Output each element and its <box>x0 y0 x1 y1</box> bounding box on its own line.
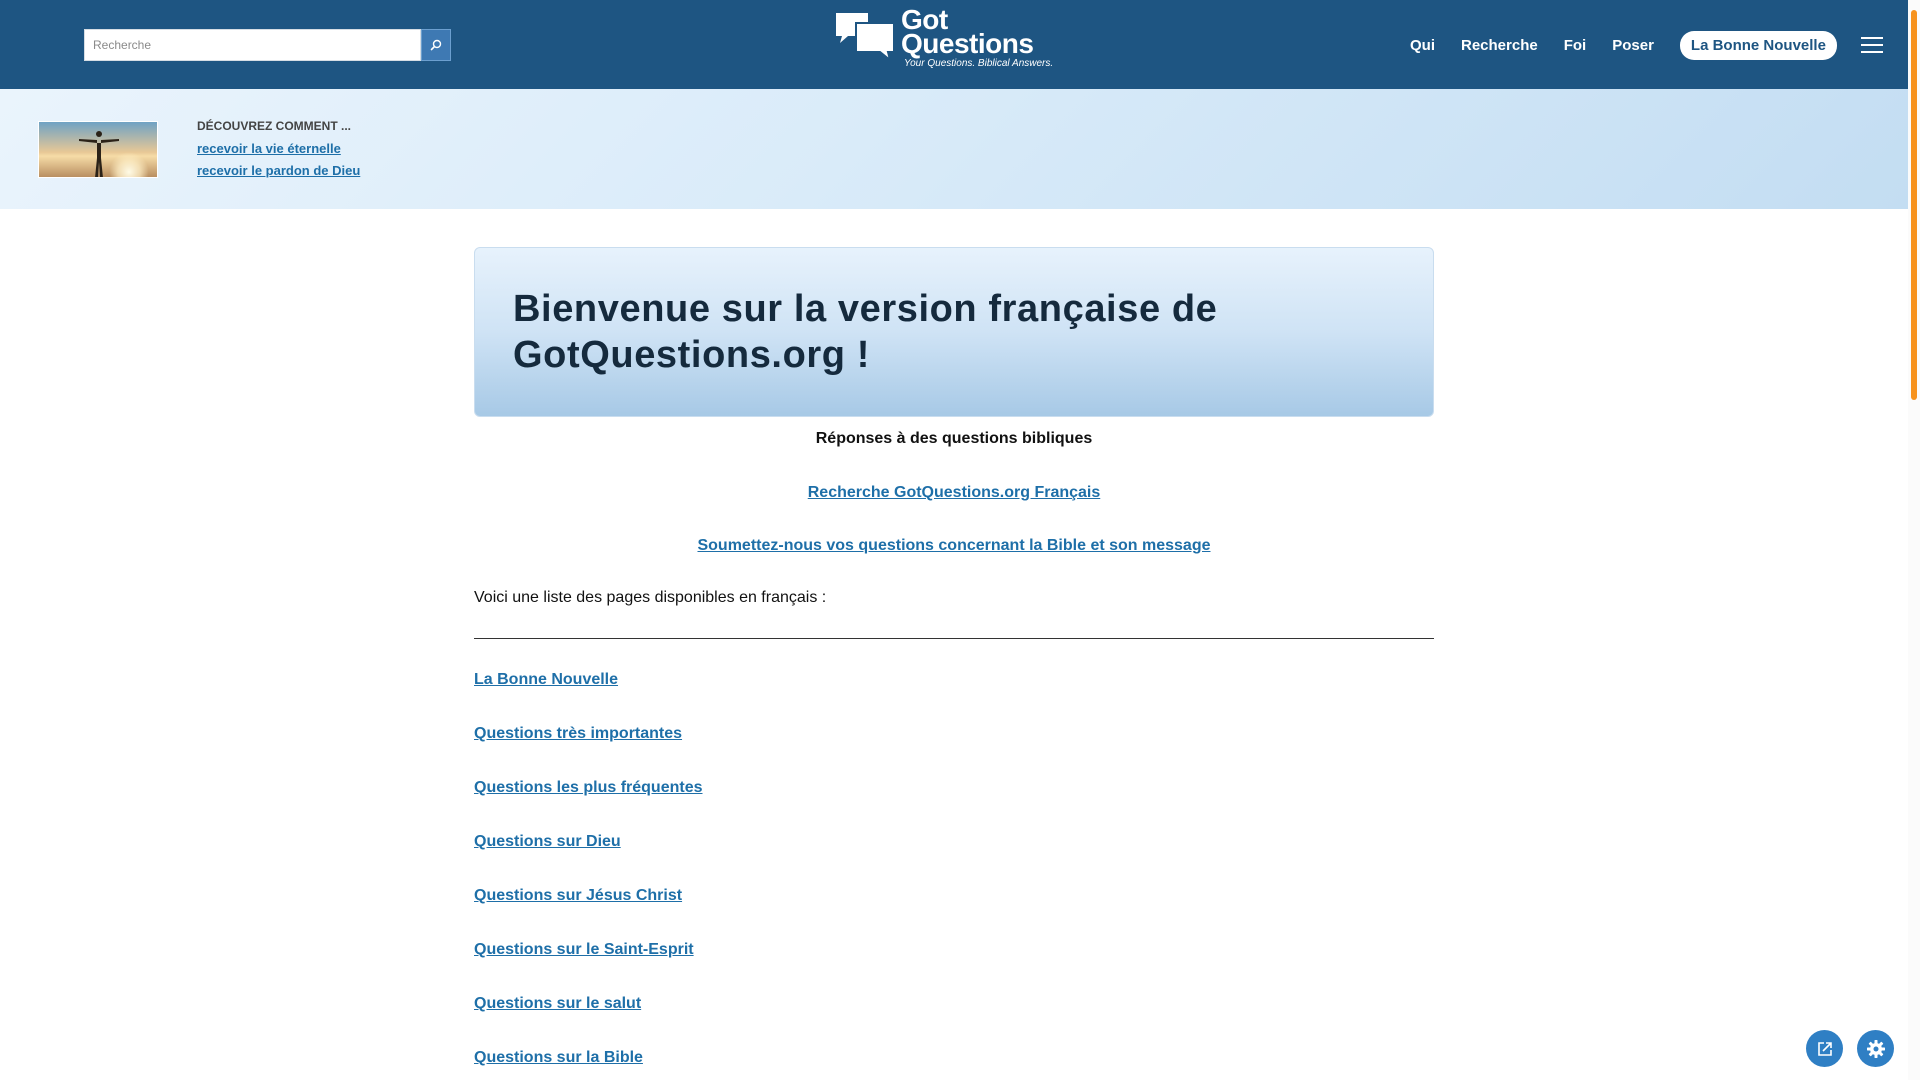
list-item-questions-jesus-christ[interactable]: Questions sur Jésus Christ <box>474 887 682 905</box>
promo-text: DÉCOUVREZ COMMENT ... recevoir la vie ét… <box>197 119 360 185</box>
main-nav: Qui Recherche Foi Poser La Bonne Nouvell… <box>1410 30 1883 60</box>
submit-question-link[interactable]: Soumettez-nous vos questions concernant … <box>474 537 1434 555</box>
logo-tagline: Your Questions. Biblical Answers. <box>904 58 1054 69</box>
hero-box: Bienvenue sur la version française de Go… <box>474 247 1434 417</box>
promo-link-forgiveness[interactable]: recevoir le pardon de Dieu <box>197 163 360 178</box>
list-item-questions-bible[interactable]: Questions sur la Bible <box>474 1049 643 1067</box>
search-button[interactable] <box>421 29 451 61</box>
list-item-questions-frequentes[interactable]: Questions les plus fréquentes <box>474 779 703 797</box>
nav-foi[interactable]: Foi <box>1564 37 1587 54</box>
main-content: Bienvenue sur la version française de Go… <box>474 247 1434 1080</box>
gear-icon <box>1866 1039 1885 1058</box>
promo-image[interactable] <box>38 121 158 178</box>
settings-button[interactable] <box>1857 1030 1894 1067</box>
divider <box>474 638 1434 639</box>
la-bonne-nouvelle-button[interactable]: La Bonne Nouvelle <box>1679 30 1837 60</box>
search-input[interactable] <box>84 29 421 61</box>
search-form <box>84 29 451 61</box>
promo-heading: DÉCOUVREZ COMMENT ... <box>197 119 352 133</box>
search-icon <box>430 39 442 51</box>
speech-bubbles-logo-icon <box>836 13 895 60</box>
list-item-la-bonne-nouvelle[interactable]: La Bonne Nouvelle <box>474 671 618 689</box>
intro-text: Voici une liste des pages disponibles en… <box>474 589 827 606</box>
promo-link-eternal-life[interactable]: recevoir la vie éternelle <box>197 141 360 156</box>
site-logo[interactable]: Got Questions Your Questions. Biblical A… <box>834 6 1066 74</box>
promo-banner: DÉCOUVREZ COMMENT ... recevoir la vie ét… <box>0 89 1908 209</box>
nav-recherche[interactable]: Recherche <box>1461 37 1538 54</box>
site-header: Got Questions Your Questions. Biblical A… <box>0 0 1908 89</box>
person-arms-open-icon <box>79 131 119 177</box>
share-button[interactable] <box>1806 1030 1843 1067</box>
logo-wordmark: Got Questions <box>901 6 1034 59</box>
share-icon <box>1817 1041 1832 1056</box>
list-item-questions-tres-importantes[interactable]: Questions très importantes <box>474 725 682 743</box>
nav-poser[interactable]: Poser <box>1612 37 1654 54</box>
hamburger-menu-icon[interactable] <box>1860 37 1883 53</box>
page-subtitle: Réponses à des questions bibliques <box>815 430 1093 447</box>
scrollbar-thumb[interactable] <box>1911 10 1917 400</box>
page-title: Bienvenue sur la version française de Go… <box>513 288 1218 376</box>
list-item-questions-saint-esprit[interactable]: Questions sur le Saint-Esprit <box>474 941 694 959</box>
nav-qui[interactable]: Qui <box>1410 37 1435 54</box>
list-item-questions-dieu[interactable]: Questions sur Dieu <box>474 833 621 851</box>
search-gotquestions-link[interactable]: Recherche GotQuestions.org Français <box>474 484 1434 502</box>
list-item-questions-salut[interactable]: Questions sur le salut <box>474 995 641 1013</box>
logo-word-questions: Questions <box>901 28 1034 59</box>
page-list: La Bonne Nouvelle Questions très importa… <box>474 671 1434 1067</box>
